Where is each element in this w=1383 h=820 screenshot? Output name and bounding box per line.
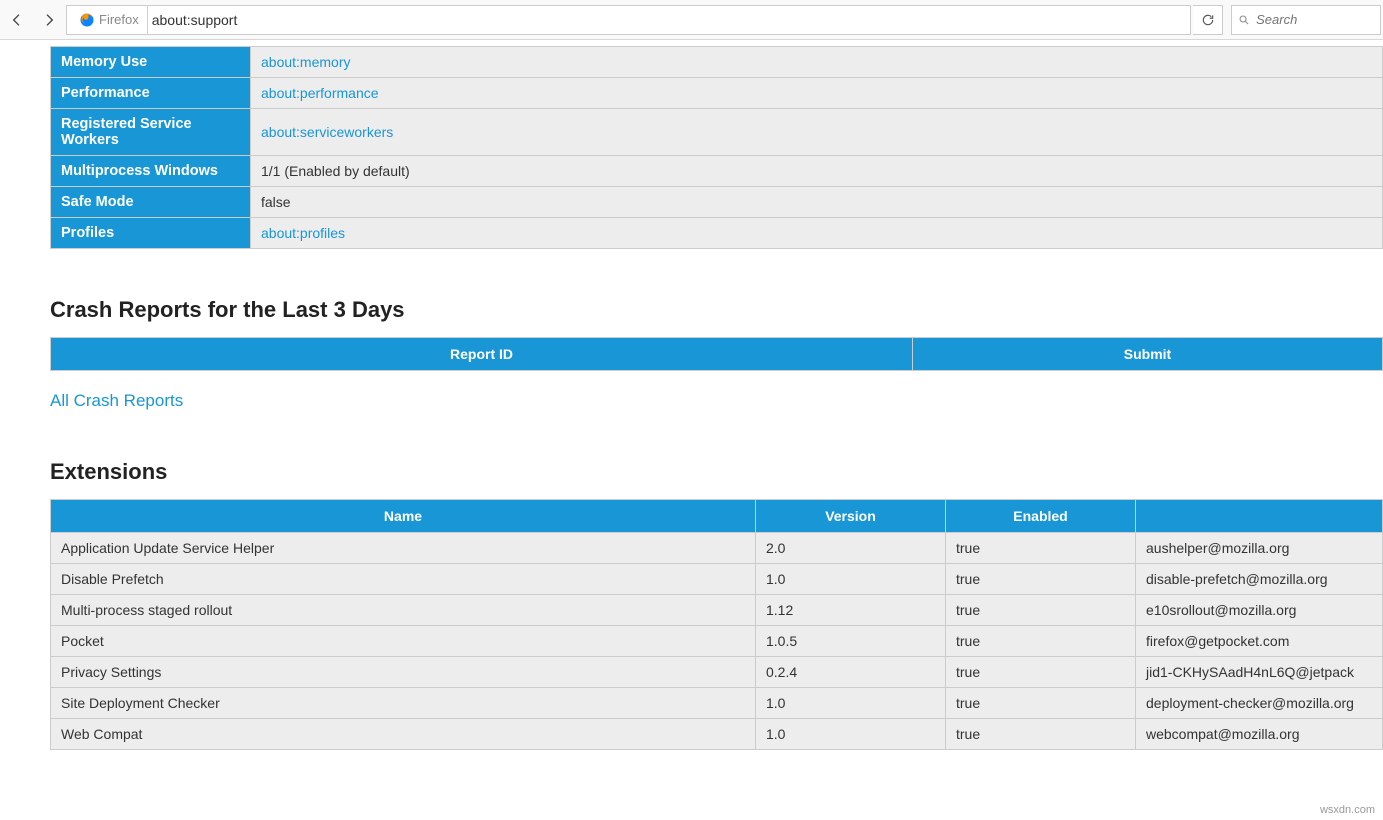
ext-cell-id: webcompat@mozilla.org: [1136, 719, 1383, 750]
info-row-label: Performance: [51, 78, 251, 109]
ext-cell-id: e10srollout@mozilla.org: [1136, 595, 1383, 626]
info-link[interactable]: about:serviceworkers: [261, 124, 393, 140]
crash-col-report-id: Report ID: [51, 338, 913, 371]
info-row: Memory Use about:memory: [51, 47, 1383, 78]
ext-cell-enabled: true: [946, 719, 1136, 750]
ext-cell-name: Pocket: [51, 626, 756, 657]
info-row-value: about:performance: [251, 78, 1383, 109]
info-row-value: about:memory: [251, 47, 1383, 78]
site-identity[interactable]: Firefox: [73, 5, 148, 35]
search-bar[interactable]: [1231, 5, 1381, 35]
ext-cell-version: 2.0: [756, 533, 946, 564]
ext-cell-name: Multi-process staged rollout: [51, 595, 756, 626]
extension-row: Web Compat1.0truewebcompat@mozilla.org: [51, 719, 1383, 750]
ext-cell-enabled: true: [946, 533, 1136, 564]
extension-row: Pocket1.0.5truefirefox@getpocket.com: [51, 626, 1383, 657]
info-row: Multiprocess Windows1/1 (Enabled by defa…: [51, 156, 1383, 187]
ext-cell-version: 1.0.5: [756, 626, 946, 657]
crash-reports-heading: Crash Reports for the Last 3 Days: [50, 297, 1383, 323]
ext-cell-name: Privacy Settings: [51, 657, 756, 688]
extensions-table: Name Version Enabled Application Update …: [50, 499, 1383, 750]
info-row-label: Profiles: [51, 218, 251, 249]
extension-row: Site Deployment Checker1.0truedeployment…: [51, 688, 1383, 719]
url-bar[interactable]: Firefox about:support: [66, 5, 1191, 35]
ext-cell-id: firefox@getpocket.com: [1136, 626, 1383, 657]
info-row: Registered Service Workers about:servicew…: [51, 109, 1383, 156]
info-row: Profiles about:profiles: [51, 218, 1383, 249]
info-row-label: Safe Mode: [51, 187, 251, 218]
ext-col-enabled: Enabled: [946, 500, 1136, 533]
all-crash-reports-link[interactable]: All Crash Reports: [50, 391, 1383, 411]
arrow-left-icon: [9, 12, 25, 28]
ext-cell-enabled: true: [946, 564, 1136, 595]
back-button[interactable]: [2, 5, 32, 35]
arrow-right-icon: [41, 12, 57, 28]
info-row-value: about:profiles: [251, 218, 1383, 249]
ext-col-version: Version: [756, 500, 946, 533]
search-input[interactable]: [1256, 12, 1374, 27]
navigation-toolbar: Firefox about:support: [0, 0, 1383, 40]
extension-row: Application Update Service Helper2.0true…: [51, 533, 1383, 564]
ext-cell-name: Web Compat: [51, 719, 756, 750]
ext-cell-enabled: true: [946, 626, 1136, 657]
info-row: Safe Modefalse: [51, 187, 1383, 218]
url-text: about:support: [152, 12, 238, 28]
search-icon: [1238, 13, 1250, 27]
info-link[interactable]: about:memory: [261, 54, 350, 70]
info-row-label: Memory Use: [51, 47, 251, 78]
ext-col-name: Name: [51, 500, 756, 533]
firefox-icon: [79, 12, 95, 28]
ext-col-id: [1136, 500, 1383, 533]
identity-label: Firefox: [99, 12, 139, 27]
reload-icon: [1201, 13, 1215, 27]
ext-cell-enabled: true: [946, 595, 1136, 626]
extension-row: Disable Prefetch1.0truedisable-prefetch@…: [51, 564, 1383, 595]
ext-cell-version: 1.0: [756, 688, 946, 719]
extension-row: Privacy Settings0.2.4truejid1-CKHySAadH4…: [51, 657, 1383, 688]
ext-cell-id: disable-prefetch@mozilla.org: [1136, 564, 1383, 595]
extension-row: Multi-process staged rollout1.12truee10s…: [51, 595, 1383, 626]
ext-cell-id: aushelper@mozilla.org: [1136, 533, 1383, 564]
crash-col-submitted: Submit: [913, 338, 1383, 371]
info-link[interactable]: about:performance: [261, 85, 379, 101]
application-basics-table: Memory Use about:memory Performance about:p…: [50, 46, 1383, 249]
ext-cell-name: Application Update Service Helper: [51, 533, 756, 564]
crash-reports-table: Report ID Submit: [50, 337, 1383, 371]
page-content: Memory Use about:memory Performance about:p…: [0, 46, 1383, 774]
info-row-label: Registered Service Workers: [51, 109, 251, 156]
ext-cell-version: 1.0: [756, 719, 946, 750]
watermark: wsxdn.com: [1320, 804, 1375, 816]
reload-button[interactable]: [1193, 5, 1223, 35]
info-row-value: about:serviceworkers: [251, 109, 1383, 156]
ext-cell-id: deployment-checker@mozilla.org: [1136, 688, 1383, 719]
ext-cell-id: jid1-CKHySAadH4nL6Q@jetpack: [1136, 657, 1383, 688]
info-row-value: false: [251, 187, 1383, 218]
info-row: Performance about:performance: [51, 78, 1383, 109]
forward-button[interactable]: [34, 5, 64, 35]
ext-cell-version: 1.0: [756, 564, 946, 595]
ext-cell-name: Disable Prefetch: [51, 564, 756, 595]
extensions-heading: Extensions: [50, 459, 1383, 485]
ext-cell-version: 1.12: [756, 595, 946, 626]
ext-cell-enabled: true: [946, 688, 1136, 719]
info-row-label: Multiprocess Windows: [51, 156, 251, 187]
ext-cell-version: 0.2.4: [756, 657, 946, 688]
info-row-value: 1/1 (Enabled by default): [251, 156, 1383, 187]
ext-cell-enabled: true: [946, 657, 1136, 688]
info-link[interactable]: about:profiles: [261, 225, 345, 241]
ext-cell-name: Site Deployment Checker: [51, 688, 756, 719]
